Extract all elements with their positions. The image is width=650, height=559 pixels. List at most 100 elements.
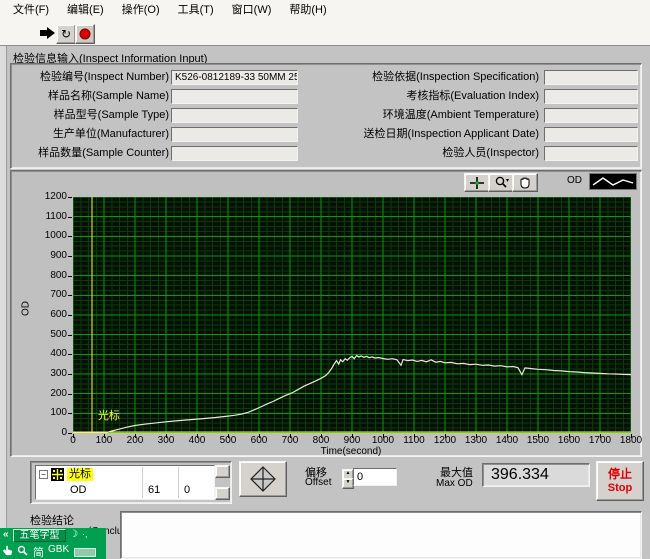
cycle-glyph: ↻ [61, 28, 71, 40]
y-tick-label: 300 [29, 368, 67, 380]
conclusion-label-cn: 检验结论 [30, 512, 74, 528]
field-input-R-0[interactable] [544, 70, 638, 85]
menu-item-3[interactable]: 工具(T) [169, 0, 223, 20]
run-arrow-icon[interactable] [38, 24, 56, 42]
menu-item-5[interactable]: 帮助(H) [280, 0, 335, 20]
panel-left-edge [0, 46, 7, 528]
application-window: 文件(F)编辑(E)操作(O)工具(T)窗口(W)帮助(H) ↻ 检验信息输入(… [0, 0, 650, 559]
offset-input[interactable]: 0 [353, 468, 397, 486]
crosshair-tool-icon[interactable] [464, 173, 490, 192]
x-tick-mark [538, 434, 539, 438]
field-input-L-0[interactable]: K526-0812189-33 50MM 25KV [171, 70, 298, 85]
pan-hand-tool-icon[interactable] [512, 173, 538, 192]
y-tick-mark [68, 217, 72, 218]
cursor-y-value: 0 [184, 484, 190, 496]
conclusion-textarea[interactable] [120, 511, 642, 559]
graph-panel: OD 光标 OD Time(second) 010020030040050060… [10, 170, 642, 457]
y-tick-mark [68, 276, 72, 277]
cursor-list-scroll-up-icon[interactable] [215, 465, 230, 478]
y-tick-mark [68, 335, 72, 336]
menu-item-1[interactable]: 编辑(E) [58, 0, 113, 20]
field-input-L-4[interactable] [171, 146, 298, 161]
field-label-R-1: 考核指标(Evaluation Index) [306, 89, 539, 104]
cursor-x-value: 61 [148, 484, 160, 496]
x-tick-mark [631, 434, 632, 438]
y-tick-mark [68, 413, 72, 414]
ime-simplified-icon[interactable]: 简 [33, 544, 44, 559]
cursor-name[interactable]: 光标 [67, 468, 93, 481]
field-label-R-4: 检验人员(Inspector) [306, 146, 539, 161]
ime-magnifier-icon[interactable] [17, 545, 28, 559]
field-input-L-3[interactable] [171, 127, 298, 142]
plot-legend-label: OD [567, 175, 582, 186]
tree-collapse-icon[interactable]: − [39, 470, 48, 479]
x-tick-mark [507, 434, 508, 438]
column-divider [142, 467, 143, 498]
field-input-R-3[interactable] [544, 127, 638, 142]
field-input-R-4[interactable] [544, 146, 638, 161]
x-tick-mark [73, 434, 74, 438]
field-input-R-2[interactable] [544, 108, 638, 123]
field-label-L-1: 样品名称(Sample Name) [15, 89, 169, 104]
x-tick-mark [135, 434, 136, 438]
ime-keyboard-icon[interactable] [74, 548, 96, 557]
abort-icon[interactable] [75, 24, 95, 44]
field-label-L-4: 样品数量(Sample Counter) [15, 146, 169, 161]
x-tick-mark [352, 434, 353, 438]
plot-legend-line-icon[interactable] [589, 173, 637, 190]
y-tick-label: 700 [29, 289, 67, 301]
x-tick-mark [414, 434, 415, 438]
x-tick-mark [321, 434, 322, 438]
x-tick-mark [383, 434, 384, 438]
y-tick-mark [68, 315, 72, 316]
ime-collapse-icon[interactable]: « [3, 529, 9, 540]
cursor-float-label[interactable]: 光标 [98, 407, 120, 423]
y-tick-mark [68, 197, 72, 198]
field-label-R-3: 送检日期(Inspection Applicant Date) [306, 127, 539, 142]
ime-charset-label[interactable]: GBK [48, 544, 69, 555]
cursor-list[interactable]: − 光标 OD 61 0 [35, 465, 215, 500]
y-tick-mark [68, 394, 72, 395]
cursor-list-scroll-down-icon[interactable] [215, 487, 230, 500]
x-tick-mark [290, 434, 291, 438]
ime-toolbar[interactable]: « 五笔字型 ☽ ·, 简 GBK [0, 528, 106, 559]
menu-item-4[interactable]: 窗口(W) [223, 0, 281, 20]
cursor-series-label: OD [70, 484, 87, 496]
zoom-tool-icon[interactable] [488, 173, 514, 192]
field-input-L-1[interactable] [171, 89, 298, 104]
cursor-style-icon[interactable] [51, 468, 64, 484]
ime-punctuation-icon[interactable]: ·, [82, 529, 88, 539]
x-tick-mark [476, 434, 477, 438]
y-tick-mark [68, 295, 72, 296]
x-tick-mark [228, 434, 229, 438]
y-tick-mark [68, 374, 72, 375]
continuous-run-icon[interactable]: ↻ [56, 24, 76, 44]
menu-item-2[interactable]: 操作(O) [113, 0, 169, 20]
y-tick-label: 1100 [29, 211, 67, 223]
diamond-nav-icon [250, 466, 276, 492]
x-tick-mark [166, 434, 167, 438]
x-tick-mark [104, 434, 105, 438]
x-tick-mark [600, 434, 601, 438]
field-input-R-1[interactable] [544, 89, 638, 104]
stop-label-en: Stop [597, 482, 643, 494]
y-tick-label: 100 [29, 407, 67, 419]
field-input-L-2[interactable] [171, 108, 298, 123]
ime-hand-icon[interactable] [2, 545, 13, 559]
field-label-L-2: 样品型号(Sample Type) [15, 108, 169, 123]
stop-button[interactable]: 停止 Stop [596, 461, 644, 501]
y-tick-label: 200 [29, 388, 67, 400]
column-divider [178, 467, 179, 498]
ime-halfwidth-icon[interactable]: ☽ [69, 529, 78, 540]
field-label-R-2: 环境温度(Ambient Temperature) [306, 108, 539, 123]
y-tick-label: 1200 [29, 191, 67, 203]
inspect-info-form: 检验编号(Inspect Number)K526-0812189-33 50MM… [10, 63, 642, 169]
ime-input-style-button[interactable]: 五笔字型 [13, 529, 66, 542]
waveform-plot[interactable]: 光标 [73, 197, 631, 433]
y-tick-mark [68, 354, 72, 355]
y-tick-label: 800 [29, 270, 67, 282]
menu-item-0[interactable]: 文件(F) [4, 0, 58, 20]
field-label-L-0: 检验编号(Inspect Number) [15, 70, 169, 85]
cursor-move-pad[interactable] [239, 461, 287, 497]
field-label-L-3: 生产单位(Manufacturer) [15, 127, 169, 142]
